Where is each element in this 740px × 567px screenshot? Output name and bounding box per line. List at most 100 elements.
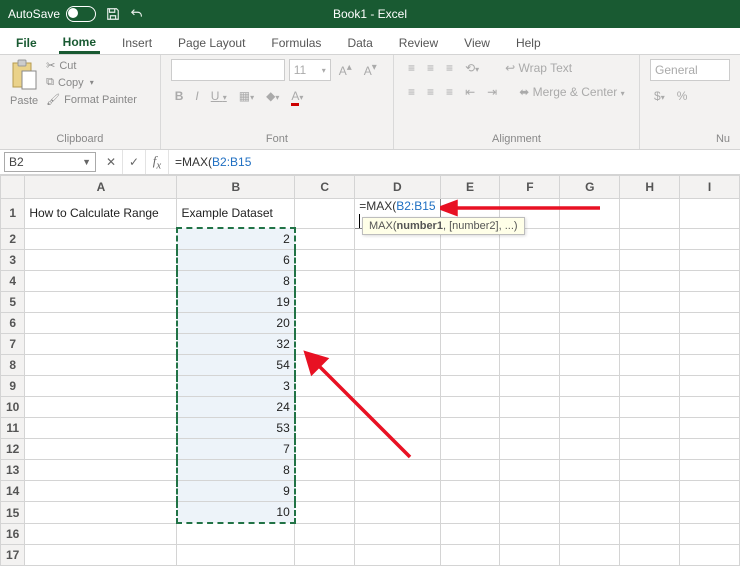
cell-G6[interactable] [560,313,620,334]
cell-H4[interactable] [620,271,680,292]
save-icon[interactable] [106,7,120,21]
cell-F16[interactable] [500,523,560,545]
tab-home[interactable]: Home [59,31,100,54]
cell-D8[interactable] [355,355,440,376]
cell-I5[interactable] [680,292,740,313]
wrap-text-button[interactable]: ↩ Wrap Text [501,59,576,77]
accept-formula-button[interactable]: ✓ [123,150,146,174]
fill-color-button[interactable]: ◆▾ [262,87,283,105]
bold-button[interactable]: B [171,87,188,105]
cell-C3[interactable] [295,250,355,271]
decrease-font-icon[interactable]: A▾ [360,60,381,80]
cell-C1[interactable] [295,199,355,229]
increase-font-icon[interactable]: A▴ [335,60,356,80]
cell-H5[interactable] [620,292,680,313]
cell-F7[interactable] [500,334,560,355]
cell-E14[interactable] [440,481,500,502]
paste-button[interactable]: Paste [10,59,38,107]
undo-icon[interactable] [130,7,144,21]
cut-button[interactable]: ✂Cut [46,59,137,72]
insert-function-button[interactable]: fx [146,150,169,174]
cell-I15[interactable] [680,502,740,524]
cell-I10[interactable] [680,397,740,418]
cell-E9[interactable] [440,376,500,397]
cell-F17[interactable] [500,545,560,566]
cell-C14[interactable] [295,481,355,502]
cell-E13[interactable] [440,460,500,481]
cell-B11[interactable]: 53 [177,418,295,439]
cell-I1[interactable] [680,199,740,229]
cell-H2[interactable] [620,228,680,250]
cell-F4[interactable] [500,271,560,292]
cell-A8[interactable] [25,355,177,376]
formula-input[interactable]: =MAX(B2:B15 [169,150,740,174]
cell-B17[interactable] [177,545,295,566]
row-header-2[interactable]: 2 [1,228,25,250]
cell-B7[interactable]: 32 [177,334,295,355]
align-top-icon[interactable]: ≡ [404,59,419,77]
cell-C13[interactable] [295,460,355,481]
cell-H12[interactable] [620,439,680,460]
cell-G11[interactable] [560,418,620,439]
cell-A4[interactable] [25,271,177,292]
cell-A16[interactable] [25,523,177,545]
cell-H1[interactable] [620,199,680,229]
orientation-icon[interactable]: ⟲▾ [461,59,483,77]
cell-D6[interactable] [355,313,440,334]
cell-D16[interactable] [355,523,440,545]
cell-I13[interactable] [680,460,740,481]
cell-I16[interactable] [680,523,740,545]
cell-G14[interactable] [560,481,620,502]
cell-G9[interactable] [560,376,620,397]
row-header-11[interactable]: 11 [1,418,25,439]
cell-E10[interactable] [440,397,500,418]
cell-I8[interactable] [680,355,740,376]
cell-D15[interactable] [355,502,440,524]
cell-G2[interactable] [560,228,620,250]
cell-D5[interactable] [355,292,440,313]
row-header-16[interactable]: 16 [1,523,25,545]
format-painter-button[interactable]: 🖌Format Painter [46,93,137,106]
font-size-box[interactable]: 11▾ [289,59,331,81]
row-header-15[interactable]: 15 [1,502,25,524]
cell-C10[interactable] [295,397,355,418]
cancel-formula-button[interactable]: ✕ [100,150,123,174]
cell-I2[interactable] [680,228,740,250]
align-left-icon[interactable]: ≡ [404,83,419,101]
cell-E4[interactable] [440,271,500,292]
cell-A9[interactable] [25,376,177,397]
align-right-icon[interactable]: ≡ [442,83,457,101]
cell-A3[interactable] [25,250,177,271]
cell-A6[interactable] [25,313,177,334]
cell-F8[interactable] [500,355,560,376]
cell-F3[interactable] [500,250,560,271]
row-header-9[interactable]: 9 [1,376,25,397]
align-bottom-icon[interactable]: ≡ [442,59,457,77]
borders-button[interactable]: ▦▾ [235,87,258,105]
cell-I11[interactable] [680,418,740,439]
font-color-button[interactable]: A▾ [287,87,307,105]
col-header-D[interactable]: D [355,176,440,199]
tab-page-layout[interactable]: Page Layout [174,32,249,54]
cell-G15[interactable] [560,502,620,524]
cell-G5[interactable] [560,292,620,313]
cell-H15[interactable] [620,502,680,524]
percent-icon[interactable]: % [673,87,692,105]
cell-D4[interactable] [355,271,440,292]
currency-icon[interactable]: $▾ [650,87,669,105]
cell-A14[interactable] [25,481,177,502]
row-header-8[interactable]: 8 [1,355,25,376]
row-header-13[interactable]: 13 [1,460,25,481]
cell-B13[interactable]: 8 [177,460,295,481]
cell-F14[interactable] [500,481,560,502]
cell-A17[interactable] [25,545,177,566]
cell-I4[interactable] [680,271,740,292]
cell-F13[interactable] [500,460,560,481]
row-header-7[interactable]: 7 [1,334,25,355]
cell-B6[interactable]: 20 [177,313,295,334]
cell-H16[interactable] [620,523,680,545]
row-header-4[interactable]: 4 [1,271,25,292]
row-header-6[interactable]: 6 [1,313,25,334]
col-header-C[interactable]: C [295,176,355,199]
col-header-F[interactable]: F [500,176,560,199]
